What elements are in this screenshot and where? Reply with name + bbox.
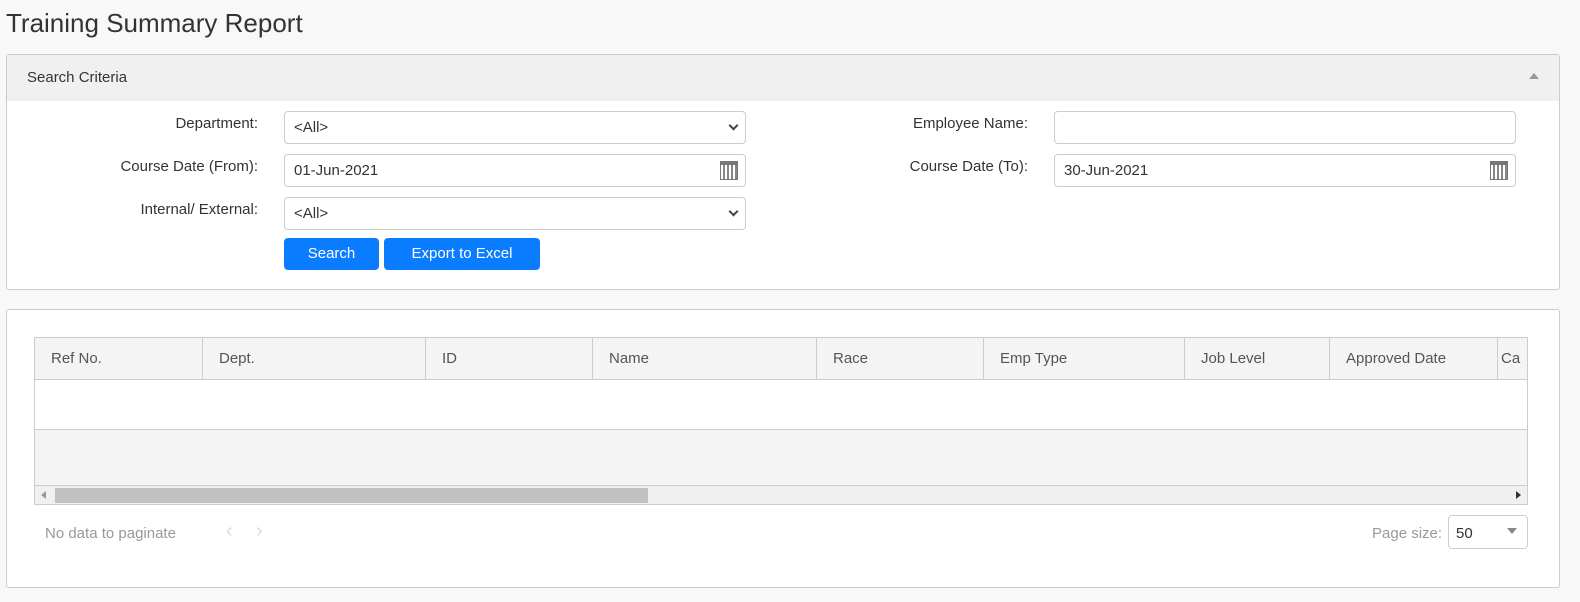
panel-title: Search Criteria — [27, 69, 128, 86]
page-size-select[interactable]: 50 — [1448, 515, 1528, 549]
date-from-label: Course Date (From): — [120, 158, 258, 175]
page-title: Training Summary Report — [6, 8, 303, 38]
column-header-id[interactable]: ID — [426, 338, 593, 380]
pager-info: No data to paginate — [45, 525, 176, 542]
column-header-truncated[interactable]: Ca — [1498, 338, 1527, 380]
column-header-dept[interactable]: Dept. — [203, 338, 426, 380]
department-select[interactable]: <All> — [284, 111, 746, 144]
date-from-value: 01-Jun-2021 — [294, 162, 379, 179]
int-ext-label: Internal/ External: — [140, 201, 258, 218]
results-grid: Ref No. Dept. ID Name Race Emp Type Job … — [34, 337, 1528, 505]
int-ext-select[interactable]: <All> — [284, 197, 746, 230]
grid-footer-area — [35, 430, 1527, 485]
empty-row — [35, 380, 1527, 430]
search-button[interactable]: Search — [284, 238, 379, 270]
calendar-icon[interactable] — [1490, 161, 1508, 180]
page-size-value: 50 — [1456, 525, 1473, 542]
scroll-right-icon[interactable] — [1516, 491, 1521, 499]
horizontal-scrollbar[interactable] — [35, 485, 1527, 504]
collapse-icon[interactable] — [1529, 73, 1539, 79]
column-header-ref-no[interactable]: Ref No. — [35, 338, 203, 380]
column-header-emp-type[interactable]: Emp Type — [984, 338, 1185, 380]
department-value: <All> — [294, 119, 329, 136]
column-header-approved-date[interactable]: Approved Date — [1330, 338, 1498, 380]
chevron-left-icon[interactable]: ‹ — [226, 520, 233, 543]
column-header-race[interactable]: Race — [817, 338, 984, 380]
department-label: Department: — [175, 115, 258, 132]
date-to-input[interactable]: 30-Jun-2021 — [1054, 154, 1516, 187]
chevron-down-icon — [728, 120, 739, 131]
chevron-right-icon[interactable]: › — [256, 520, 263, 543]
caret-down-icon — [1507, 528, 1517, 534]
column-header-job-level[interactable]: Job Level — [1185, 338, 1330, 380]
scrollbar-thumb[interactable] — [55, 488, 648, 503]
employee-name-input[interactable] — [1054, 111, 1516, 144]
panel-header[interactable]: Search Criteria — [7, 55, 1559, 101]
column-header-name[interactable]: Name — [593, 338, 817, 380]
employee-name-label: Employee Name: — [912, 115, 1028, 132]
calendar-icon[interactable] — [720, 161, 738, 180]
date-from-input[interactable]: 01-Jun-2021 — [284, 154, 746, 187]
int-ext-value: <All> — [294, 205, 329, 222]
date-to-value: 30-Jun-2021 — [1064, 162, 1149, 179]
date-to-label: Course Date (To): — [909, 158, 1028, 175]
page-size-label: Page size: — [1372, 525, 1443, 542]
scroll-left-icon[interactable] — [41, 491, 46, 499]
export-excel-button[interactable]: Export to Excel — [384, 238, 540, 270]
chevron-down-icon — [728, 206, 739, 217]
